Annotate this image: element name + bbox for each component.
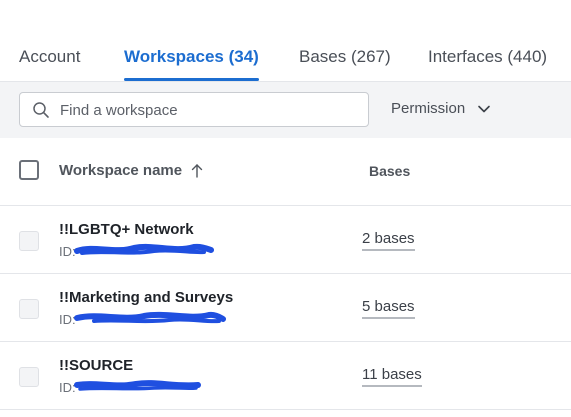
column-header-workspace-name-label: Workspace name bbox=[59, 162, 183, 179]
row-checkbox[interactable] bbox=[19, 299, 39, 319]
toolbar: Permission bbox=[0, 82, 571, 138]
permission-filter-label: Permission bbox=[391, 100, 466, 117]
workspace-name[interactable]: !!Marketing and Surveys bbox=[59, 289, 233, 306]
table-row[interactable]: !!Marketing and Surveys ID: 5 bases bbox=[0, 274, 571, 342]
bases-count-link[interactable]: 11 bases bbox=[362, 366, 422, 387]
permission-filter-button[interactable]: Permission bbox=[391, 100, 491, 117]
tab-bases[interactable]: Bases (267) bbox=[299, 47, 391, 67]
tab-workspaces[interactable]: Workspaces (34) bbox=[124, 47, 259, 67]
active-tab-indicator bbox=[124, 78, 259, 81]
column-header-workspace-name[interactable]: Workspace name bbox=[59, 162, 204, 179]
workspace-name[interactable]: !!SOURCE bbox=[59, 357, 133, 374]
workspace-name[interactable]: !!LGBTQ+ Network bbox=[59, 221, 194, 238]
column-header-bases: Bases bbox=[369, 163, 411, 179]
row-checkbox[interactable] bbox=[19, 231, 39, 251]
search-input[interactable] bbox=[60, 98, 360, 122]
redaction-scribble bbox=[74, 311, 226, 324]
workspaces-page: Account Workspaces (34) Bases (267) Inte… bbox=[0, 0, 571, 417]
arrow-up-icon bbox=[191, 164, 203, 178]
search-icon bbox=[33, 102, 49, 118]
table-header: Workspace name Bases bbox=[0, 138, 571, 206]
bases-count-link[interactable]: 2 bases bbox=[362, 230, 415, 251]
tab-bar: Account Workspaces (34) Bases (267) Inte… bbox=[0, 0, 571, 82]
row-checkbox[interactable] bbox=[19, 367, 39, 387]
redaction-scribble bbox=[74, 243, 214, 255]
bases-count-link[interactable]: 5 bases bbox=[362, 298, 415, 319]
tab-account[interactable]: Account bbox=[19, 47, 80, 67]
search-box[interactable] bbox=[19, 92, 369, 127]
select-all-checkbox[interactable] bbox=[19, 160, 39, 180]
tab-interfaces[interactable]: Interfaces (440) bbox=[428, 47, 547, 67]
redaction-scribble bbox=[74, 380, 201, 391]
table-row[interactable]: !!SOURCE ID: 11 bases bbox=[0, 342, 571, 410]
table-row[interactable]: !!LGBTQ+ Network ID: 2 bases bbox=[0, 206, 571, 274]
chevron-down-icon bbox=[478, 105, 490, 112]
